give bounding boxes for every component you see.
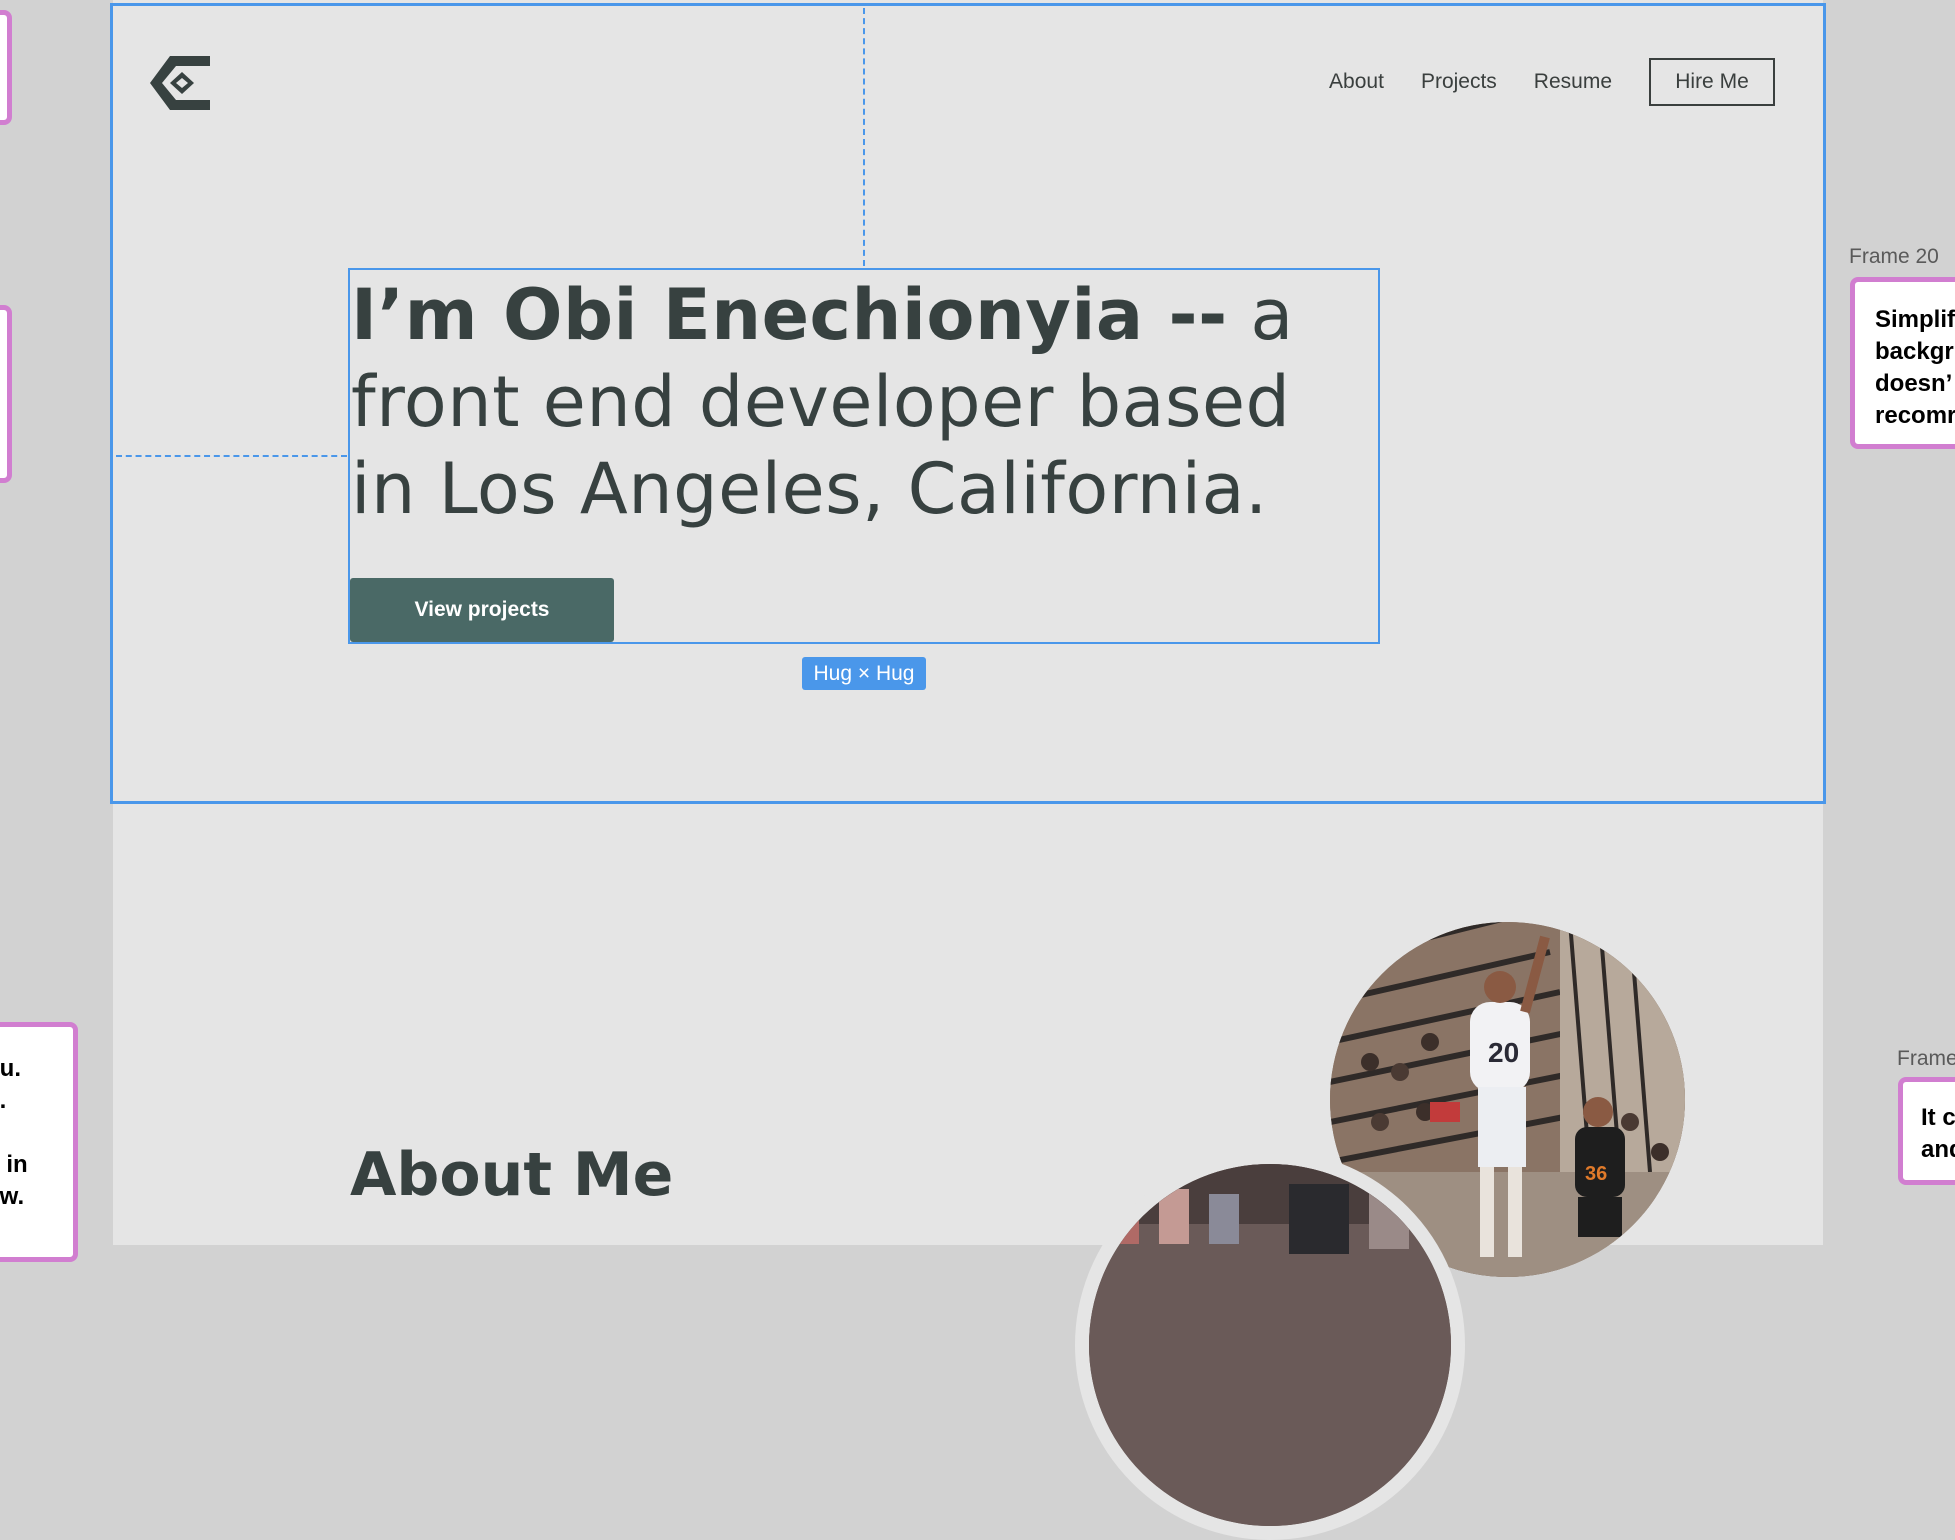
size-badge: Hug × Hug: [802, 657, 926, 690]
secondary-photo-image: [1089, 1164, 1451, 1526]
logo-icon[interactable]: [148, 54, 212, 112]
nav-link-resume[interactable]: Resume: [1534, 70, 1612, 94]
sticky-note-left-middle[interactable]: [0, 305, 12, 483]
hero-headline-name: I’m Obi Enechionyia --: [351, 274, 1228, 356]
note-line: it in: [0, 1151, 28, 1178]
sticky-note-right-bottom[interactable]: It c and: [1898, 1077, 1955, 1185]
hire-me-button[interactable]: Hire Me: [1649, 58, 1775, 106]
sticky-note-left-bottom[interactable]: ou. u. nit in ow.: [0, 1022, 78, 1262]
note-line: ou.: [0, 1055, 21, 1082]
note-line: ow.: [0, 1183, 25, 1210]
note-line: u.: [0, 1087, 7, 1114]
note-line: n: [0, 1117, 73, 1149]
sticky-note-left-top[interactable]: [0, 10, 12, 125]
sticky-note-right-top[interactable]: Simplif backgr doesn’ recomr: [1850, 277, 1955, 449]
view-projects-button[interactable]: View projects: [350, 578, 614, 642]
spacing-guide-horizontal: [116, 455, 347, 457]
note-right-top-text: Simplif backgr doesn’ recomr: [1875, 304, 1955, 432]
nav-link-about[interactable]: About: [1329, 70, 1384, 94]
note-line: and: [1921, 1136, 1955, 1163]
top-nav: About Projects Resume Hire Me: [1329, 56, 1775, 108]
note-line: doesn’: [1875, 370, 1953, 397]
note-line: Simplif: [1875, 306, 1955, 333]
svg-text:20: 20: [1488, 1037, 1519, 1068]
note-line: backgr: [1875, 338, 1954, 365]
hero-headline: I’m Obi Enechionyia -- a front end devel…: [351, 272, 1371, 533]
note-line: It c: [1921, 1104, 1955, 1131]
frame-label-top: Frame 20: [1849, 245, 1939, 268]
frame-label-bottom: Frame: [1897, 1047, 1955, 1070]
svg-text:36: 36: [1585, 1163, 1607, 1185]
note-line: recomr: [1875, 402, 1955, 429]
note-right-bottom-text: It c and: [1921, 1102, 1955, 1166]
nav-link-projects[interactable]: Projects: [1421, 70, 1497, 94]
secondary-photo[interactable]: [1075, 1150, 1465, 1540]
about-title: About Me: [350, 1140, 674, 1210]
note-left-bottom-text: ou. u. nit in ow.: [0, 1053, 73, 1213]
spacing-guide-vertical: [863, 8, 865, 266]
